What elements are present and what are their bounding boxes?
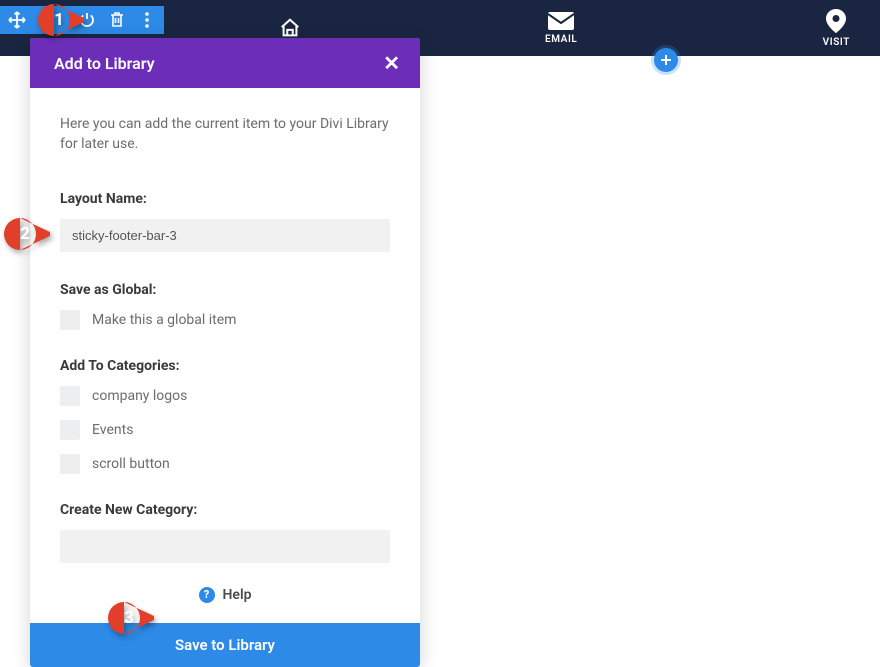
location-pin-icon (826, 9, 846, 33)
global-item-checkbox[interactable] (60, 310, 80, 330)
category-checkbox[interactable] (60, 454, 80, 474)
category-checkbox[interactable] (60, 420, 80, 440)
close-icon[interactable]: ✕ (383, 51, 400, 75)
nav-email-label: EMAIL (545, 34, 577, 45)
modal-title: Add to Library (54, 54, 155, 73)
category-row: Events (60, 420, 390, 440)
nav-item-home[interactable] (278, 17, 302, 39)
category-label: company logos (92, 388, 187, 404)
global-item-checkbox-label: Make this a global item (92, 312, 236, 328)
category-checkbox[interactable] (60, 386, 80, 406)
power-icon[interactable] (76, 9, 98, 31)
modal-description: Here you can add the current item to you… (60, 114, 390, 155)
category-label: Events (92, 422, 133, 438)
category-row: company logos (60, 386, 390, 406)
trash-icon[interactable] (106, 9, 128, 31)
help-link[interactable]: ? Help (60, 587, 390, 603)
add-module-button[interactable] (654, 48, 678, 72)
save-as-global-label: Save as Global: (60, 282, 390, 298)
add-to-library-modal: Add to Library ✕ Here you can add the cu… (30, 38, 420, 667)
nav-visit-label: VISIT (823, 37, 850, 48)
layout-name-label: Layout Name: (60, 191, 390, 207)
nav-item-email[interactable]: EMAIL (545, 12, 577, 45)
create-category-input[interactable] (60, 530, 390, 563)
email-icon (548, 12, 574, 30)
category-label: scroll button (92, 456, 170, 472)
home-icon (278, 17, 302, 39)
nav-item-visit[interactable]: VISIT (823, 9, 850, 48)
element-toolbar (0, 6, 164, 34)
global-item-row: Make this a global item (60, 310, 390, 330)
layout-name-input[interactable] (60, 219, 390, 252)
add-to-categories-label: Add To Categories: (60, 358, 390, 374)
help-label: Help (223, 587, 252, 603)
move-handle-icon[interactable] (6, 9, 28, 31)
modal-header: Add to Library ✕ (30, 38, 420, 88)
category-row: scroll button (60, 454, 390, 474)
modal-body: Here you can add the current item to you… (30, 88, 420, 623)
help-icon: ? (199, 587, 215, 603)
create-new-category-label: Create New Category: (60, 502, 390, 518)
more-menu-icon[interactable] (136, 9, 158, 31)
save-to-library-button[interactable]: Save to Library (30, 623, 420, 667)
save-button-label: Save to Library (175, 636, 275, 654)
